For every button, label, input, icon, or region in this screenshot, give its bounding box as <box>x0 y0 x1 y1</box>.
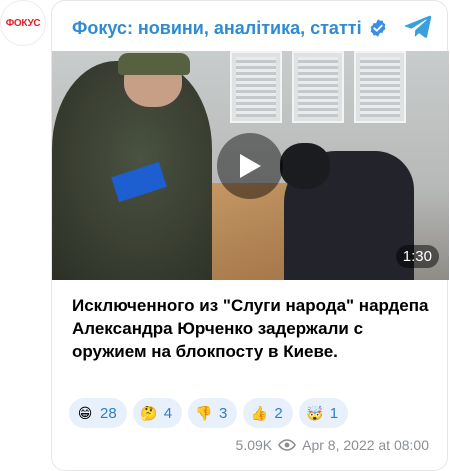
reaction-thumbs-down[interactable]: 👎 3 <box>188 398 238 428</box>
mind-blown-emoji-icon: 🤯 <box>306 405 324 421</box>
reaction-count: 3 <box>219 404 228 422</box>
reactions-bar: 😁 28 🤔 4 👎 3 👍 2 🤯 1 <box>69 398 349 428</box>
telegram-icon[interactable] <box>403 11 433 41</box>
thumbs-down-emoji-icon: 👎 <box>195 405 213 421</box>
reaction-count: 1 <box>329 404 339 422</box>
thinking-emoji-icon: 🤔 <box>139 405 158 421</box>
message-bubble: Фокус: новини, аналітика, статті 1:30 Ис… <box>51 0 449 471</box>
eye-icon <box>278 439 297 451</box>
thumbnail-window <box>354 51 406 123</box>
thumbnail-cap <box>118 53 190 75</box>
reaction-grin[interactable]: 😁 28 <box>69 398 127 428</box>
thumbnail-window <box>292 51 344 123</box>
message-header: Фокус: новини, аналітика, статті <box>72 13 388 43</box>
message-meta: 5.09K Apr 8, 2022 at 08:00 <box>236 437 429 453</box>
thumbs-up-emoji-icon: 👍 <box>250 405 269 421</box>
reaction-thumbs-up[interactable]: 👍 2 <box>243 398 293 428</box>
reaction-count: 2 <box>274 404 283 422</box>
video-duration: 1:30 <box>395 245 439 268</box>
reaction-count: 4 <box>163 404 173 422</box>
video-player[interactable]: 1:30 <box>52 51 449 280</box>
reaction-count: 28 <box>100 404 117 422</box>
channel-avatar[interactable]: ФОКУС <box>0 0 46 46</box>
reaction-thinking[interactable]: 🤔 4 <box>132 398 183 428</box>
post-date[interactable]: Apr 8, 2022 at 08:00 <box>302 437 429 453</box>
post-text: Исключенного из "Слуги народа" нардепа А… <box>72 296 429 361</box>
thumbnail-person-head <box>280 143 330 189</box>
channel-logo-text: ФОКУС <box>5 17 41 29</box>
verified-icon <box>370 19 385 37</box>
reaction-mind-blown[interactable]: 🤯 1 <box>298 398 349 428</box>
play-button[interactable] <box>217 133 283 199</box>
play-icon <box>240 154 261 178</box>
thumbnail-window <box>230 51 282 123</box>
channel-name[interactable]: Фокус: новини, аналітика, статті <box>72 18 362 39</box>
grin-emoji-icon: 😁 <box>77 405 93 421</box>
view-count: 5.09K <box>235 437 273 453</box>
